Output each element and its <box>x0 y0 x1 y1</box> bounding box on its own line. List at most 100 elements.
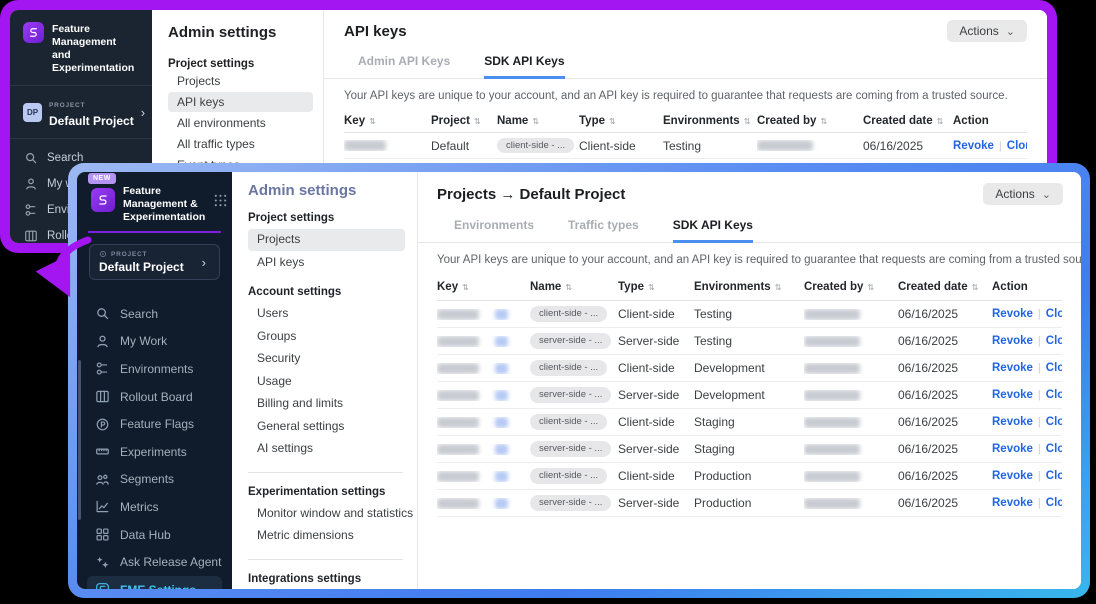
tab-sdk-api-keys[interactable]: SDK API Keys <box>673 218 753 243</box>
clone-link[interactable]: Clone <box>1046 308 1062 320</box>
sort-icon[interactable]: ⇅ <box>775 283 782 292</box>
table-header: Key⇅ Project⇅ Name⇅ Type⇅ Environments⇅ … <box>344 110 1027 133</box>
redacted-key <box>437 498 479 509</box>
revoke-link[interactable]: Revoke <box>992 389 1033 401</box>
nav-item-monitor-window[interactable]: Monitor window and statistics <box>248 503 405 525</box>
clone-link[interactable]: Clone <box>1046 443 1062 455</box>
redacted-copy-icon <box>495 390 508 401</box>
revoke-link[interactable]: Revoke <box>992 443 1033 455</box>
back-brand-title: Feature Management and Experimentation <box>52 22 142 75</box>
sort-icon[interactable]: ⇅ <box>937 117 944 126</box>
sparkles-icon <box>95 555 110 570</box>
sort-icon[interactable]: ⇅ <box>648 283 655 292</box>
nav-item-usage[interactable]: Usage <box>248 371 405 393</box>
page-title: API keys <box>344 23 407 40</box>
clone-link[interactable]: Clone <box>1046 362 1062 374</box>
sidebar-scrollbar[interactable] <box>78 360 81 520</box>
sidebar-item-fme-settings[interactable]: FME Settings <box>87 576 222 589</box>
front-admin-nav: Admin settings Project settings Projects… <box>232 172 418 589</box>
project-badge: DP <box>23 103 42 122</box>
revoke-link[interactable]: Revoke <box>992 362 1033 374</box>
revoke-link[interactable]: Revoke <box>992 497 1033 509</box>
sidebar-item-search[interactable]: Search <box>87 300 222 328</box>
tab-traffic-types[interactable]: Traffic types <box>568 218 639 242</box>
redacted-user <box>804 417 860 428</box>
sort-icon[interactable]: ⇅ <box>820 117 827 126</box>
experiments-icon <box>95 444 110 459</box>
sidebar-item-experiments[interactable]: Experiments <box>87 438 222 466</box>
table-row: server-side - ... Server-side Testing 06… <box>437 328 1062 355</box>
redacted-user <box>757 140 813 151</box>
environments-icon <box>24 203 38 217</box>
nav-item-ai-settings[interactable]: AI settings <box>248 438 405 460</box>
sort-icon[interactable]: ⇅ <box>462 283 469 292</box>
sort-icon[interactable]: ⇅ <box>369 117 376 126</box>
sidebar-item-feature-flags[interactable]: Feature Flags <box>87 410 222 438</box>
project-label: PROJECT <box>49 102 85 109</box>
revoke-link[interactable]: Revoke <box>992 335 1033 347</box>
key-name-pill: client-side - ... <box>530 468 607 484</box>
chevron-right-icon: › <box>202 255 210 270</box>
clone-link[interactable]: Clone <box>1046 497 1062 509</box>
sort-icon[interactable]: ⇅ <box>867 283 874 292</box>
redacted-user <box>804 336 860 347</box>
revoke-link[interactable]: Revoke <box>953 140 994 152</box>
divider <box>248 559 403 560</box>
metrics-icon <box>95 499 110 514</box>
nav-item-security[interactable]: Security <box>248 348 405 370</box>
sort-icon[interactable]: ⇅ <box>532 117 539 126</box>
front-brand-title: Feature Management & Experimentation <box>123 185 205 224</box>
key-name-pill: server-side - ... <box>530 333 611 349</box>
sidebar-item-rollout-board[interactable]: Rollout Board <box>87 383 222 411</box>
nav-item-general-settings[interactable]: General settings <box>248 416 405 438</box>
sidebar-item-my-work[interactable]: My Work <box>87 328 222 356</box>
revoke-link[interactable]: Revoke <box>992 416 1033 428</box>
sidebar-item-ask-release-agent[interactable]: Ask Release Agent <box>87 548 222 576</box>
sidebar-item-metrics[interactable]: Metrics <box>87 493 222 521</box>
nav-item-users[interactable]: Users <box>248 303 405 325</box>
sort-icon[interactable]: ⇅ <box>609 117 616 126</box>
fme-settings-icon <box>95 582 110 589</box>
brand-accent-rule <box>88 231 221 233</box>
nav-section-project-settings: Project settings <box>168 58 313 70</box>
nav-item-billing-and-limits[interactable]: Billing and limits <box>248 393 405 415</box>
clone-link[interactable]: Clone <box>1046 470 1062 482</box>
nav-item-all-traffic-types[interactable]: All traffic types <box>168 134 313 154</box>
tab-admin-api-keys[interactable]: Admin API Keys <box>358 54 450 78</box>
nav-item-groups[interactable]: Groups <box>248 326 405 348</box>
tab-environments[interactable]: Environments <box>454 218 534 242</box>
redacted-key <box>437 471 479 482</box>
front-api-keys-table: Key⇅ Name⇅ Type⇅ Environments⇅ Created b… <box>418 274 1081 517</box>
sidebar-item-segments[interactable]: Segments <box>87 466 222 494</box>
actions-button[interactable]: Actions ⌄ <box>947 20 1027 42</box>
project-name: Default Project <box>99 260 184 274</box>
sort-icon[interactable]: ⇅ <box>565 283 572 292</box>
redacted-copy-icon <box>495 498 508 509</box>
nav-item-api-keys[interactable]: API keys <box>248 252 405 274</box>
clone-link[interactable]: Clone <box>1046 416 1062 428</box>
revoke-link[interactable]: Revoke <box>992 470 1033 482</box>
clone-link[interactable]: Clone <box>1007 140 1027 152</box>
sidebar-item-environments[interactable]: Environments <box>87 355 222 383</box>
nav-item-projects[interactable]: Projects <box>168 71 313 91</box>
sidebar-item-data-hub[interactable]: Data Hub <box>87 521 222 549</box>
nav-item-metric-dimensions[interactable]: Metric dimensions <box>248 525 405 547</box>
sort-icon[interactable]: ⇅ <box>474 117 481 126</box>
app-launcher-icon[interactable] <box>213 193 228 213</box>
back-project-switcher[interactable]: DP PROJECT Default Project › <box>10 86 152 138</box>
actions-button[interactable]: Actions ⌄ <box>983 183 1063 205</box>
redacted-key <box>437 336 479 347</box>
api-keys-description: Your API keys are unique to your account… <box>418 243 1081 266</box>
nav-item-api-keys[interactable]: API keys <box>168 92 313 112</box>
nav-item-all-environments[interactable]: All environments <box>168 113 313 133</box>
clone-link[interactable]: Clone <box>1046 389 1062 401</box>
redacted-copy-icon <box>495 363 508 374</box>
front-project-switcher[interactable]: PROJECT Default Project › <box>89 244 220 280</box>
nav-item-projects[interactable]: Projects <box>248 229 405 251</box>
nav-section-project-settings: Project settings <box>248 212 405 224</box>
sort-icon[interactable]: ⇅ <box>744 117 751 126</box>
clone-link[interactable]: Clone <box>1046 335 1062 347</box>
revoke-link[interactable]: Revoke <box>992 308 1033 320</box>
sort-icon[interactable]: ⇅ <box>972 283 979 292</box>
tab-sdk-api-keys[interactable]: SDK API Keys <box>484 54 564 79</box>
